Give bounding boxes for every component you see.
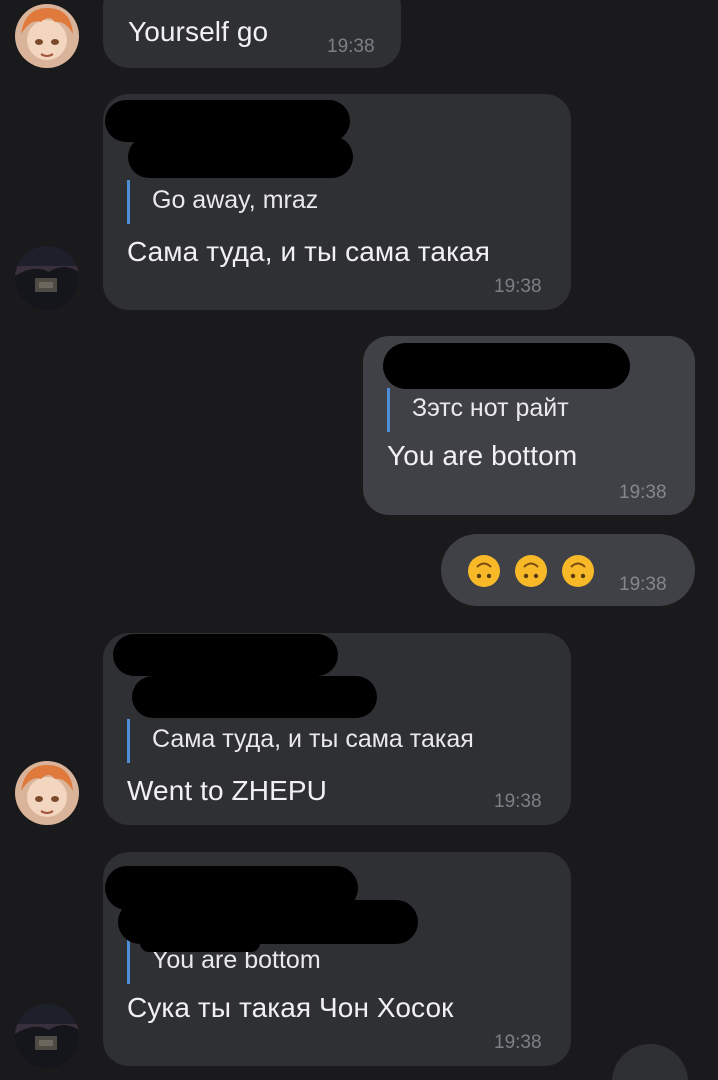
message-time: 19:38 <box>619 574 667 595</box>
redaction-mark <box>383 343 630 389</box>
message-text: Yourself go <box>128 16 269 47</box>
anime-avatar-icon <box>15 761 79 825</box>
message-time: 19:38 <box>619 482 667 503</box>
redaction-mark <box>140 934 260 952</box>
message-time: 19:38 <box>327 36 375 57</box>
reply-quote-text: Зэтс нот райт <box>412 394 569 422</box>
reply-quote[interactable]: Go away, mraz <box>127 180 318 224</box>
message-text: Went to ZHEPU <box>127 775 327 806</box>
reply-quote[interactable]: Сама туда, и ты сама такая <box>127 719 474 763</box>
scroll-down-button[interactable] <box>612 1044 688 1080</box>
redaction-mark <box>113 634 338 676</box>
redaction-mark <box>128 136 353 178</box>
upside-down-face-icon <box>562 555 594 587</box>
avatar-user-a[interactable] <box>15 761 79 825</box>
message-time: 19:38 <box>494 1032 542 1053</box>
avatar-user-b[interactable] <box>15 246 79 310</box>
message-time: 19:38 <box>494 791 542 812</box>
message-text: Сама туда, и ты сама такая <box>127 236 490 267</box>
reply-quote-text: Go away, mraz <box>152 186 319 214</box>
landscape-avatar-icon <box>15 1004 79 1068</box>
message-text: Сука ты такая Чон Хосок <box>127 992 454 1023</box>
message-text: You are bottom <box>387 440 578 471</box>
avatar-user-a[interactable] <box>15 4 79 68</box>
upside-down-face-icon <box>515 555 547 587</box>
upside-down-face-icon <box>468 555 500 587</box>
reply-quote-text: Сама туда, и ты сама такая <box>152 725 474 753</box>
landscape-avatar-icon <box>15 246 79 310</box>
chat-history: Yourself go 19:38 Go away, mraz Сама туд… <box>0 0 718 1080</box>
message-time: 19:38 <box>494 276 542 297</box>
anime-avatar-icon <box>15 4 79 68</box>
reply-quote[interactable]: Зэтс нот райт <box>387 388 569 432</box>
message-bubble-outgoing[interactable]: 19:38 <box>441 534 695 606</box>
avatar-user-b[interactable] <box>15 1004 79 1068</box>
redaction-mark <box>132 676 377 718</box>
message-bubble[interactable]: Yourself go 19:38 <box>103 0 401 68</box>
